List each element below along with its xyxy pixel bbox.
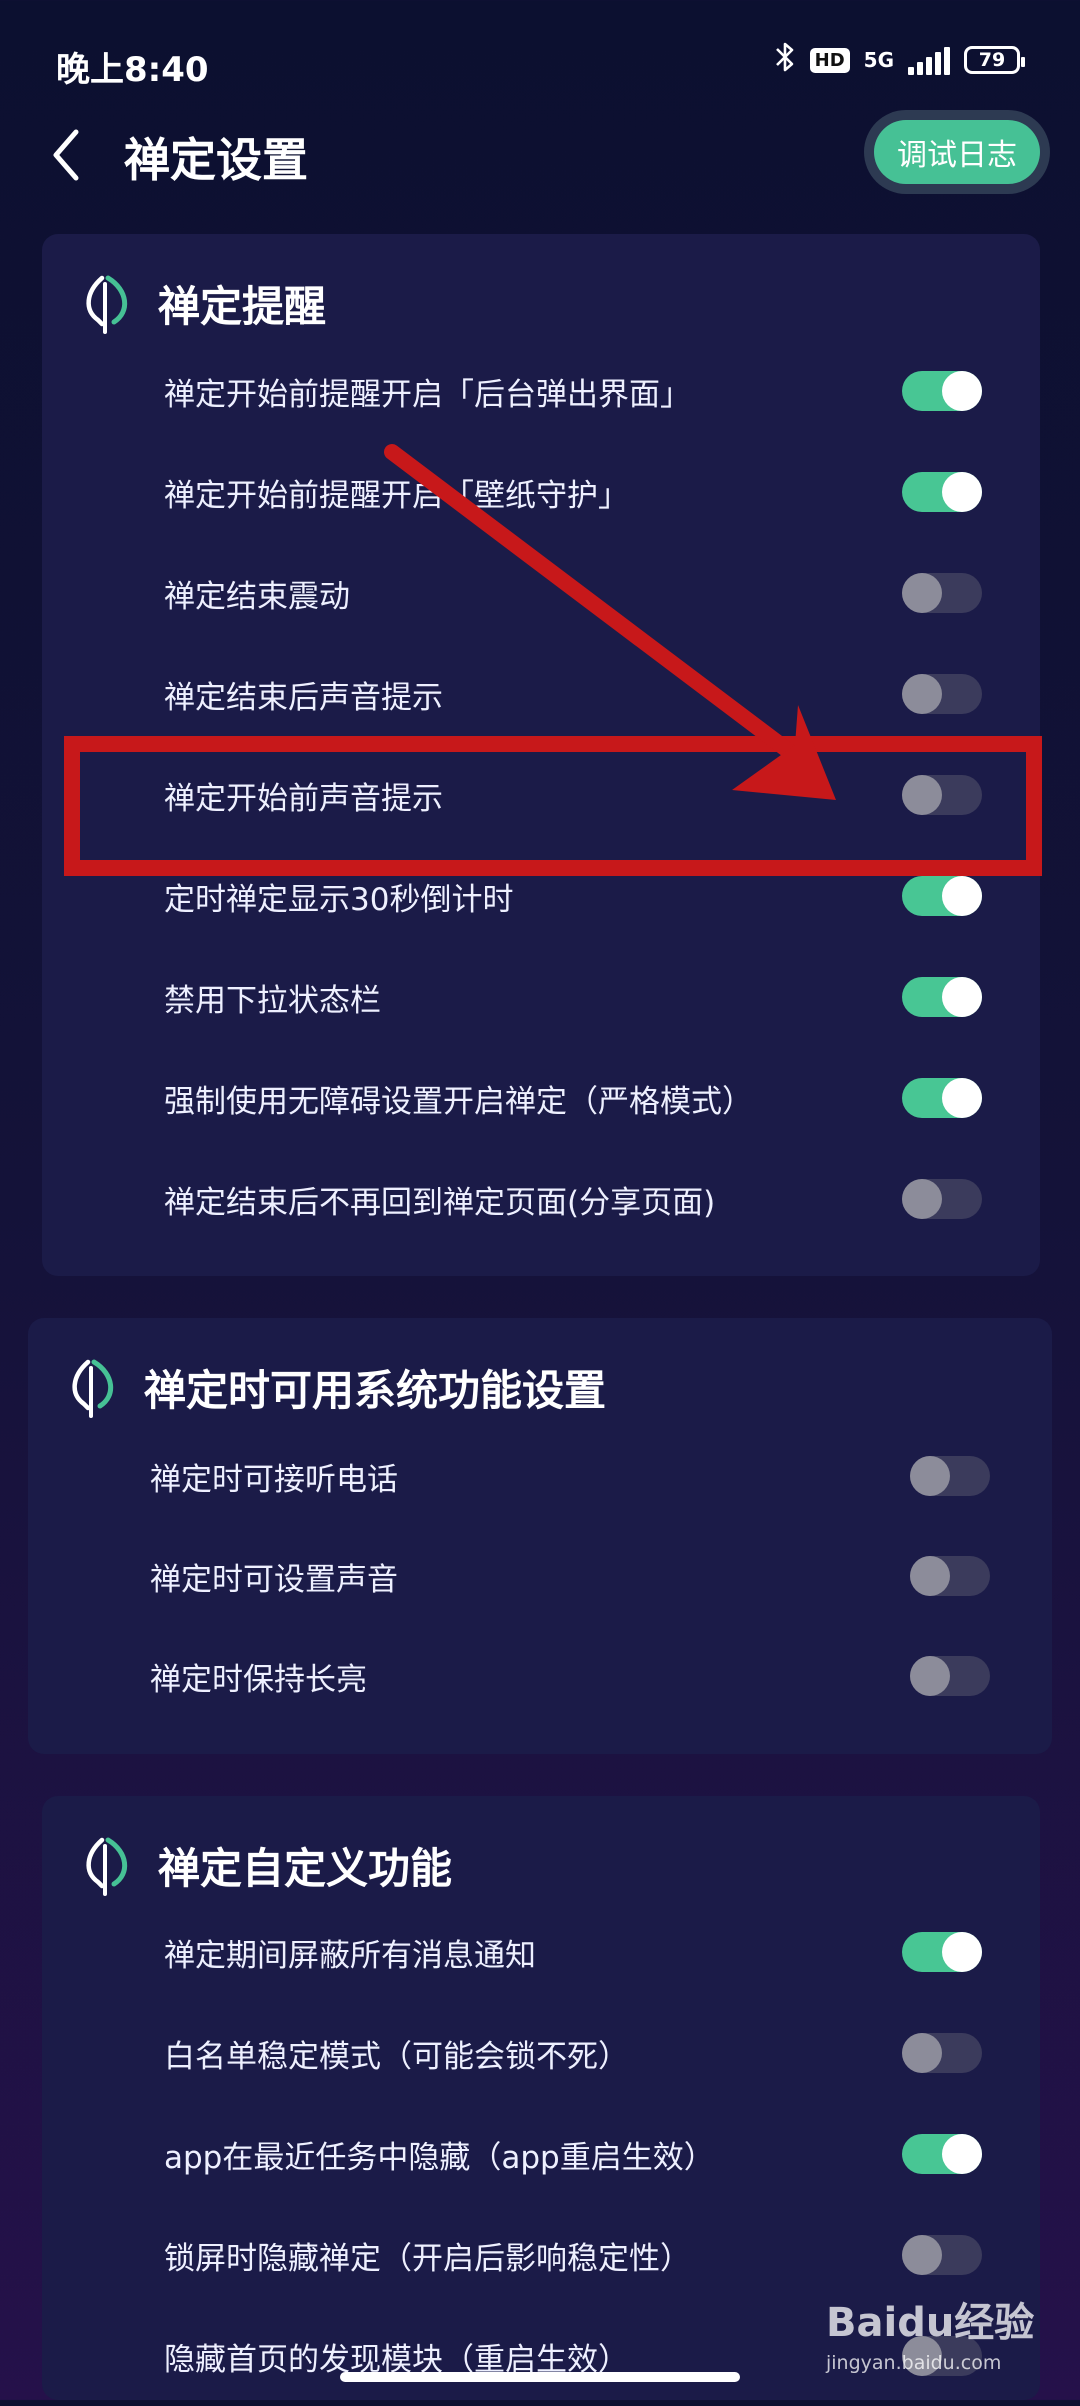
toggle-switch[interactable] [902, 2134, 982, 2174]
section-card-system-functions: 禅定时可用系统功能设置 禅定时可接听电话 禅定时可设置声音 禅定时保持长亮 [28, 1318, 1052, 1754]
toggle-knob [942, 2134, 982, 2174]
toggle-knob [902, 2235, 942, 2275]
setting-label: 强制使用无障碍设置开启禅定（严格模式） [164, 1083, 753, 1120]
toggle-switch[interactable] [902, 977, 982, 1017]
leaf-icon [72, 1359, 114, 1418]
toggle-knob [942, 1078, 982, 1118]
toggle-knob [902, 573, 942, 613]
section-header: 禅定自定义功能 [78, 1832, 452, 1898]
bluetooth-icon [774, 40, 796, 80]
setting-label: 白名单稳定模式（可能会锁不死） [164, 2038, 629, 2075]
toggle-knob [902, 2033, 942, 2073]
toggle-switch[interactable] [902, 876, 982, 916]
setting-label: 禅定结束震动 [164, 578, 350, 615]
setting-row[interactable]: 白名单稳定模式（可能会锁不死） [164, 2003, 982, 2103]
toggle-knob [942, 977, 982, 1017]
setting-label: 锁屏时隐藏禅定（开启后影响稳定性） [164, 2240, 691, 2277]
toggle-switch[interactable] [902, 472, 982, 512]
setting-row[interactable]: 禅定开始前提醒开启「后台弹出界面」 [164, 341, 982, 441]
toggle-knob [910, 1556, 950, 1596]
toggle-knob [910, 1656, 950, 1696]
toggle-knob [902, 1179, 942, 1219]
toggle-switch[interactable] [902, 371, 982, 411]
setting-label: 禅定开始前提醒开启「壁纸守护」 [164, 477, 629, 514]
watermark-url: jingyan.baidu.com [826, 2352, 1002, 2374]
section-header: 禅定提醒 [78, 270, 326, 336]
setting-row[interactable]: 禅定期间屏蔽所有消息通知 [164, 1902, 982, 2002]
setting-row[interactable]: 禅定结束后声音提示 [164, 644, 982, 744]
setting-row[interactable]: 禅定结束震动 [164, 543, 982, 643]
toggle-knob [910, 1456, 950, 1496]
setting-label: 禅定开始前提醒开启「后台弹出界面」 [164, 376, 691, 413]
setting-label: 定时禅定显示30秒倒计时 [164, 881, 514, 918]
section-title: 禅定自定义功能 [158, 1843, 453, 1893]
signal-icon [908, 45, 950, 75]
toggle-knob [942, 876, 982, 916]
battery-icon: 79 [964, 46, 1025, 74]
setting-row[interactable]: 禅定时保持长亮 [150, 1626, 990, 1726]
leaf-icon [86, 1837, 128, 1896]
setting-label: 禅定开始前声音提示 [164, 780, 443, 817]
section-title: 禅定提醒 [158, 281, 327, 331]
toggle-switch[interactable] [910, 1556, 990, 1596]
debug-log-button-wrap: 调试日志 [864, 110, 1050, 194]
setting-row[interactable]: 禅定时可设置声音 [150, 1526, 990, 1626]
leaf-icon [86, 275, 128, 334]
toggle-switch[interactable] [910, 1656, 990, 1696]
setting-label: 禁用下拉状态栏 [164, 982, 381, 1019]
setting-row[interactable]: 禅定时可接听电话 [150, 1426, 990, 1526]
home-indicator[interactable] [340, 2372, 740, 2382]
setting-row[interactable]: 禁用下拉状态栏 [164, 947, 982, 1047]
toggle-knob [902, 674, 942, 714]
debug-log-button[interactable]: 调试日志 [874, 120, 1040, 184]
setting-row[interactable]: 禅定开始前声音提示 [164, 745, 982, 845]
toggle-switch[interactable] [902, 1078, 982, 1118]
setting-label: 禅定结束后声音提示 [164, 679, 443, 716]
toggle-switch[interactable] [902, 674, 982, 714]
setting-label: 禅定期间屏蔽所有消息通知 [164, 1937, 536, 1974]
hd-badge: HD [809, 47, 850, 73]
toggle-knob [942, 1932, 982, 1972]
toggle-switch[interactable] [902, 1932, 982, 1972]
toggle-switch[interactable] [902, 1179, 982, 1219]
status-icons: HD 5G 79 [774, 40, 1025, 80]
toggle-switch[interactable] [902, 2033, 982, 2073]
toggle-switch[interactable] [910, 1456, 990, 1496]
section-title: 禅定时可用系统功能设置 [144, 1365, 607, 1415]
setting-row[interactable]: 禅定结束后不再回到禅定页面(分享页面) [164, 1149, 982, 1249]
toggle-switch[interactable] [902, 2235, 982, 2275]
toggle-switch[interactable] [902, 573, 982, 613]
toggle-knob [902, 775, 942, 815]
setting-row[interactable]: 强制使用无障碍设置开启禅定（严格模式） [164, 1048, 982, 1148]
setting-label: 禅定时可接听电话 [150, 1461, 398, 1498]
back-button[interactable] [40, 122, 100, 188]
setting-label: app在最近任务中隐藏（app重启生效） [164, 2139, 715, 2176]
header: 禅定设置 调试日志 [0, 110, 1080, 200]
section-card-reminder: 禅定提醒 禅定开始前提醒开启「后台弹出界面」 禅定开始前提醒开启「壁纸守护」 禅… [42, 234, 1040, 1276]
status-time: 晚上8:40 [56, 50, 209, 90]
section-header: 禅定时可用系统功能设置 [64, 1354, 606, 1420]
network-type: 5G [863, 48, 894, 72]
setting-row[interactable]: 禅定开始前提醒开启「壁纸守护」 [164, 442, 982, 542]
toggle-switch[interactable] [902, 775, 982, 815]
setting-row[interactable]: 定时禅定显示30秒倒计时 [164, 846, 982, 946]
setting-label: 禅定结束后不再回到禅定页面(分享页面) [164, 1184, 716, 1221]
status-bar: 晚上8:40 HD 5G 79 [0, 0, 1080, 120]
page-title: 禅定设置 [124, 133, 308, 187]
setting-row[interactable]: app在最近任务中隐藏（app重启生效） [164, 2104, 982, 2204]
watermark: Baidu经验 jingyan.baidu.com [826, 2290, 1034, 2390]
setting-label: 禅定时可设置声音 [150, 1561, 398, 1598]
chevron-left-icon [53, 129, 79, 181]
toggle-knob [942, 472, 982, 512]
toggle-knob [942, 371, 982, 411]
battery-level: 79 [978, 49, 1006, 71]
setting-label: 禅定时保持长亮 [150, 1661, 367, 1698]
watermark-logo: Baidu经验 [826, 2300, 1035, 2346]
